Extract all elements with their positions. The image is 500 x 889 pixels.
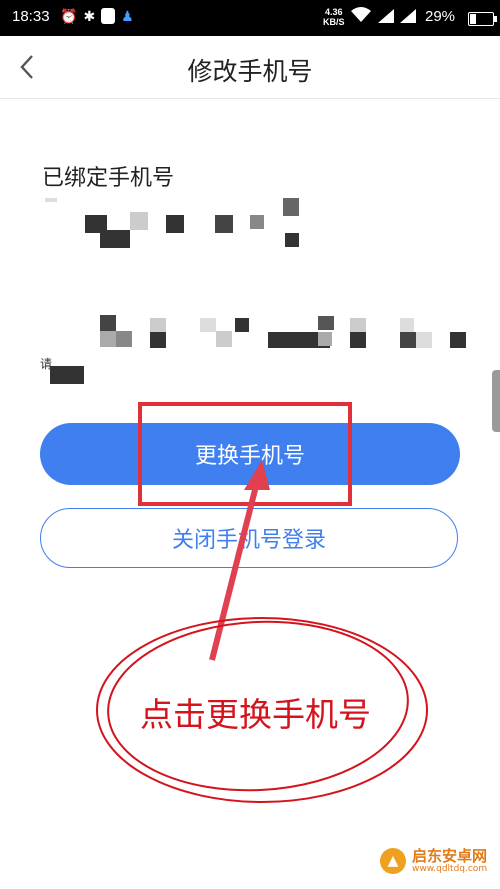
battery-icon: [468, 12, 497, 26]
signal-icon: [376, 8, 420, 27]
change-phone-button[interactable]: 更换手机号: [40, 423, 460, 485]
network-speed-value: 4.36: [324, 7, 343, 17]
alarm-icon: ⏰: [60, 8, 78, 24]
qq-icon: ♟: [121, 8, 134, 24]
scroll-handle[interactable]: [492, 370, 500, 432]
watermark-logo-icon: ▲: [380, 848, 406, 874]
disable-phone-login-button[interactable]: 关闭手机号登录: [40, 508, 458, 568]
battery-percent: 29%: [425, 8, 456, 25]
watermark: ▲ 启东安卓网 www.qdltdq.com: [380, 848, 487, 874]
wifi-icon: [350, 6, 372, 28]
status-time: 18:33: [12, 8, 50, 25]
hint-text-partial: 请: [40, 357, 53, 371]
network-speed-unit: KB/S: [323, 17, 345, 27]
watermark-name: 启东安卓网: [412, 847, 488, 865]
watermark-url: www.qdltdq.com: [412, 864, 488, 874]
network-speed: 4.36 KB/S: [323, 7, 345, 27]
annotation-text: 点击更换手机号: [140, 695, 371, 734]
bluetooth-icon: ✱: [83, 8, 96, 24]
shield-icon: [101, 8, 116, 24]
annotation-arrow-shaft: [209, 477, 261, 661]
page-title: 修改手机号: [187, 57, 313, 86]
bound-phone-label: 已绑定手机号: [42, 166, 175, 191]
battery-fill: [470, 14, 476, 24]
status-bar: 18:33 ⏰ ✱ ♟ 4.36 KB/S 29%: [0, 0, 500, 36]
status-icons-left: ⏰ ✱ ♟: [60, 8, 134, 25]
app-header: 修改手机号: [0, 36, 500, 99]
